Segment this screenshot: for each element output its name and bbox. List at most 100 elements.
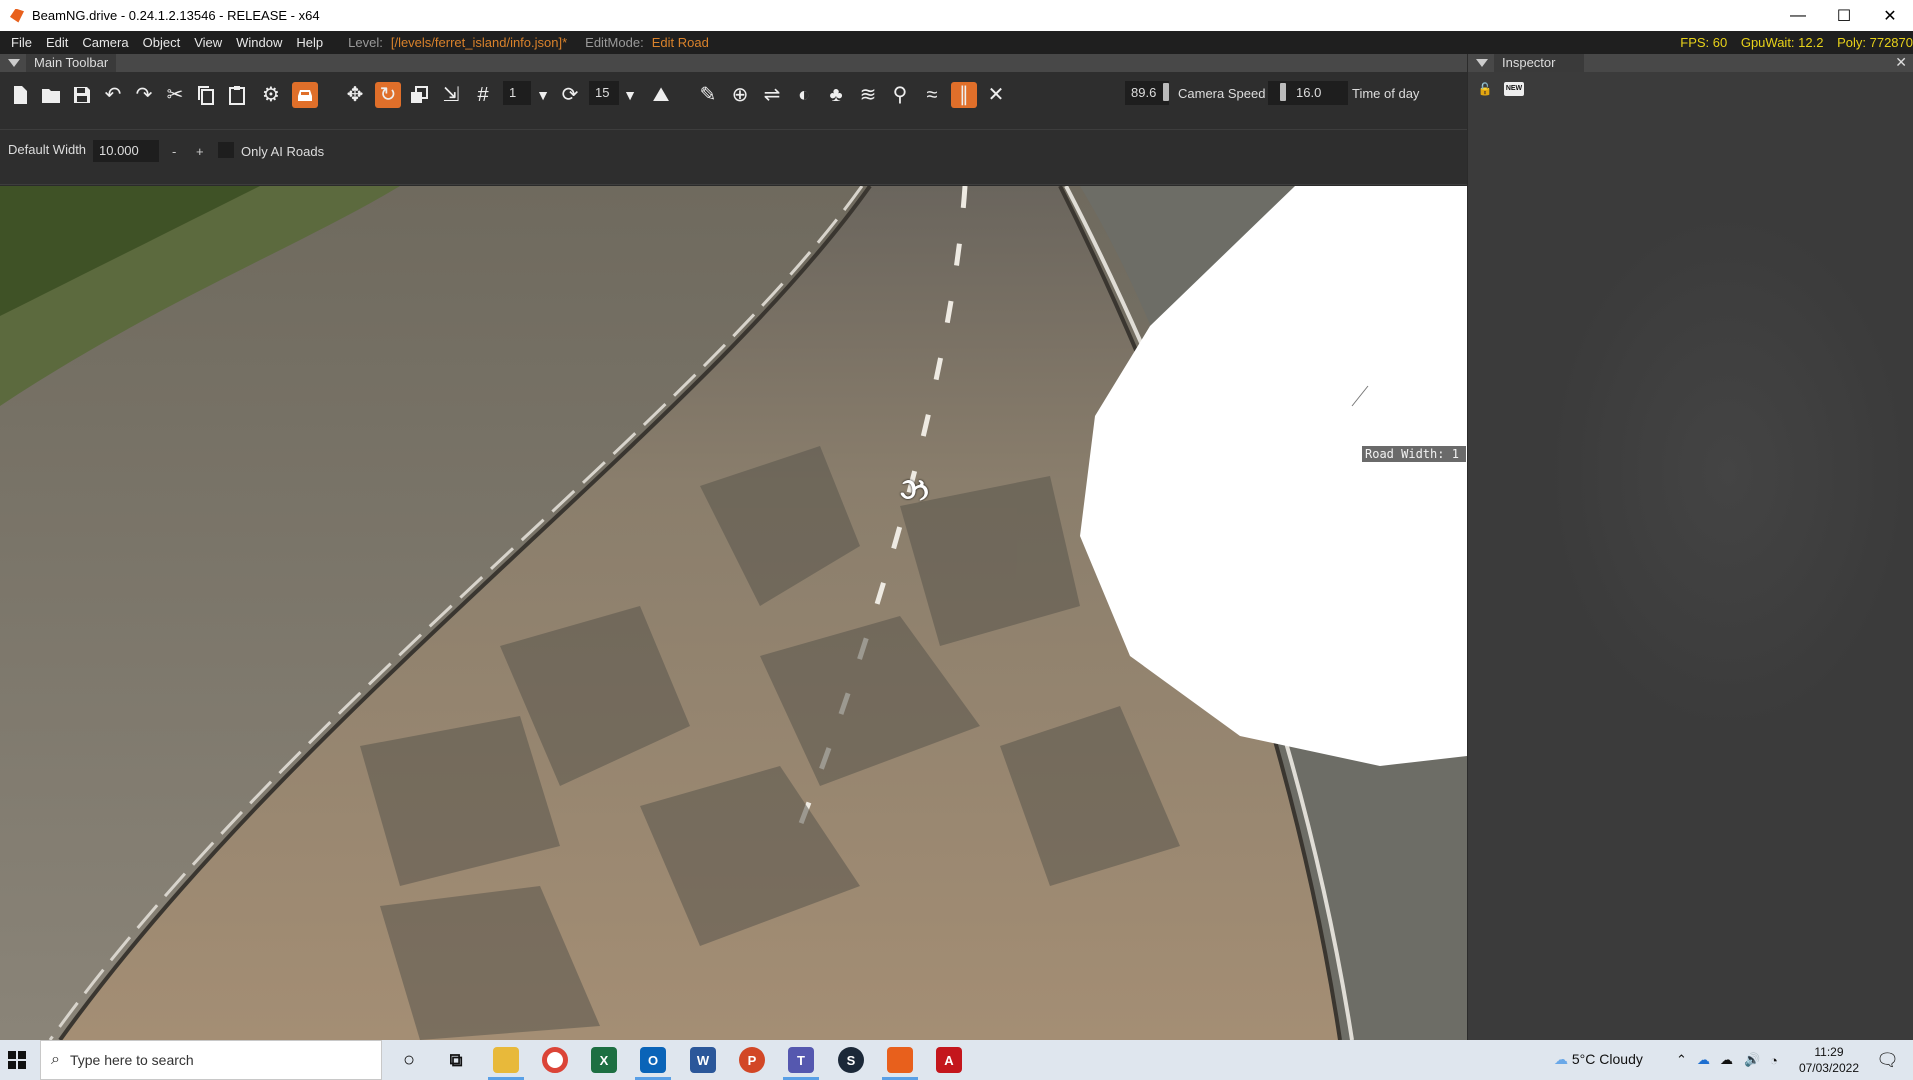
snap-dropdown-icon[interactable]: ▼ <box>617 82 643 108</box>
system-clock[interactable]: 11:29 07/03/2022 <box>1799 1044 1859 1076</box>
forest-icon[interactable]: ♣ <box>823 82 849 108</box>
menu-view[interactable]: View <box>187 35 229 50</box>
width-decrement-button[interactable]: - <box>172 144 176 159</box>
main-toolbar-tab[interactable]: Main Toolbar <box>26 54 117 72</box>
grid-size-value[interactable]: 1 <box>503 81 531 105</box>
time-of-day-slider[interactable] <box>1280 83 1286 101</box>
add-object-icon[interactable]: ⊕ <box>727 82 753 108</box>
cortana-icon[interactable]: ○ <box>396 1047 422 1073</box>
menu-edit[interactable]: Edit <box>39 35 75 50</box>
road-edit-icon[interactable]: ∥ <box>951 82 977 108</box>
terrain-paint-icon[interactable]: ◐ <box>791 82 817 108</box>
inspector-tab[interactable]: Inspector <box>1494 54 1584 72</box>
weather-widget[interactable]: ☁ 5°C Cloudy <box>1554 1051 1643 1068</box>
lock-icon[interactable]: 🔓 <box>1476 80 1494 98</box>
vehicle-icon[interactable] <box>292 82 318 108</box>
settings-gear-icon[interactable]: ⚙ <box>258 82 284 108</box>
inspector-panel: 🔓 NEW <box>1468 72 1913 1040</box>
rotation-snap-icon[interactable]: ⟳ <box>557 82 583 108</box>
paste-icon[interactable] <box>224 82 250 108</box>
level-path: [/levels/ferret_island/info.json]* <box>390 35 568 50</box>
default-width-input[interactable]: 10.000 <box>93 140 159 162</box>
beamng-logo-icon <box>10 8 24 23</box>
cut-icon[interactable]: ✂ <box>162 82 188 108</box>
cloud-icon: ☁ <box>1554 1051 1568 1067</box>
camera-speed-slider[interactable] <box>1163 83 1169 101</box>
weather-text: 5°C Cloudy <box>1571 1051 1643 1067</box>
decal-road-icon[interactable]: ⇌ <box>759 82 785 108</box>
camera-speed-label: Camera Speed <box>1178 86 1266 101</box>
window-titlebar: BeamNG.drive - 0.24.1.2.13546 - RELEASE … <box>0 0 1913 31</box>
menu-help[interactable]: Help <box>289 35 330 50</box>
outlook-icon[interactable]: O <box>640 1047 666 1073</box>
layers-icon[interactable]: ≋ <box>855 82 881 108</box>
mesh-road-icon[interactable]: ✕ <box>983 82 1009 108</box>
time-of-day-label: Time of day <box>1352 86 1420 101</box>
rotation-snap-value[interactable]: 15 <box>589 81 619 105</box>
only-ai-roads-label: Only AI Roads <box>241 144 325 159</box>
windows-taskbar: ⌕ Type here to search ○ ⧉ X O W P T S A … <box>0 1040 1913 1080</box>
open-folder-icon[interactable] <box>38 82 64 108</box>
menu-window[interactable]: Window <box>229 35 289 50</box>
undo-icon[interactable]: ↶ <box>100 82 126 108</box>
scale-gizmo-icon[interactable] <box>406 82 432 108</box>
teams-icon[interactable]: T <box>788 1047 814 1073</box>
only-ai-roads-checkbox[interactable] <box>218 142 234 158</box>
cloud-sync-icon[interactable]: ☁ <box>1720 1040 1733 1080</box>
spawn-icon[interactable]: ⚲ <box>887 82 913 108</box>
grid-snap-icon[interactable]: # <box>470 82 496 108</box>
width-increment-button[interactable]: + <box>196 144 204 159</box>
excel-icon[interactable]: X <box>591 1047 617 1073</box>
powerpoint-icon[interactable]: P <box>739 1047 765 1073</box>
editmode-label: EditMode: <box>585 35 644 50</box>
collapse-triangle-icon[interactable] <box>8 59 20 67</box>
acrobat-icon[interactable]: A <box>936 1047 962 1073</box>
pencil-icon[interactable]: ✎ <box>695 82 721 108</box>
grid-dropdown-icon[interactable]: ▼ <box>530 82 556 108</box>
new-file-icon[interactable] <box>7 82 33 108</box>
save-icon[interactable] <box>69 82 95 108</box>
perf-stats: FPS: 60 GpuWait: 12.2 Poly: 772870 <box>1670 35 1913 50</box>
copy-icon[interactable] <box>193 82 219 108</box>
wifi-icon[interactable]: ◔ <box>1770 1040 1778 1080</box>
beamng-taskbar-icon[interactable] <box>887 1047 913 1073</box>
clock-date: 07/03/2022 <box>1798 1061 1859 1075</box>
terrain-snap-icon[interactable]: ⛰ <box>648 82 674 108</box>
world-local-toggle-icon[interactable]: ⇲ <box>438 82 464 108</box>
task-view-icon[interactable]: ⧉ <box>443 1047 469 1073</box>
volume-icon[interactable]: 🔊 <box>1744 1040 1760 1080</box>
menu-camera[interactable]: Camera <box>75 35 135 50</box>
steam-icon[interactable]: S <box>838 1047 864 1073</box>
poly-readout: Poly: 772870 <box>1837 35 1913 50</box>
word-icon[interactable]: W <box>690 1047 716 1073</box>
redo-icon[interactable]: ↷ <box>131 82 157 108</box>
menu-object[interactable]: Object <box>136 35 188 50</box>
road-options-bar: Default Width 10.000 - + Only AI Roads <box>0 130 1467 185</box>
main-toolbar: ↶ ↷ ✂ ⚙ ✥ ↻ ⇲ # 1 ▼ ⟳ 15 ▼ ⛰ ✎ ⊕ ⇌ ◐ ♣ ≋… <box>0 72 1467 130</box>
road-cursor-icon: ઝ <box>900 474 929 507</box>
collapse-triangle-icon[interactable] <box>1476 59 1488 67</box>
onedrive-icon[interactable]: ☁ <box>1697 1040 1710 1080</box>
notifications-icon[interactable]: 🗨 <box>1876 1040 1899 1080</box>
tray-overflow-icon[interactable]: ⌃ <box>1676 1040 1687 1080</box>
minimize-button[interactable]: — <box>1775 0 1821 31</box>
3d-viewport[interactable]: Road Width: 1 ઝ <box>0 186 1467 1040</box>
road-width-tooltip: Road Width: 1 <box>1362 446 1466 462</box>
chrome-icon[interactable] <box>542 1047 568 1073</box>
window-title: BeamNG.drive - 0.24.1.2.13546 - RELEASE … <box>32 8 320 23</box>
rotate-gizmo-icon[interactable]: ↻ <box>375 82 401 108</box>
inspector-close-icon[interactable]: ✕ <box>1895 54 1907 71</box>
file-explorer-icon[interactable] <box>493 1047 519 1073</box>
menu-file[interactable]: File <box>4 35 39 50</box>
river-icon[interactable]: ≈ <box>919 82 945 108</box>
move-gizmo-icon[interactable]: ✥ <box>342 82 368 108</box>
search-placeholder: Type here to search <box>69 1052 194 1068</box>
clock-time: 11:29 <box>1814 1045 1844 1059</box>
menu-bar: File Edit Camera Object View Window Help… <box>0 31 1913 54</box>
default-width-label: Default Width <box>8 142 87 157</box>
maximize-button[interactable]: ☐ <box>1821 0 1867 31</box>
new-object-button[interactable]: NEW <box>1504 82 1524 96</box>
taskbar-search[interactable]: ⌕ Type here to search <box>40 1040 382 1080</box>
windows-start-icon[interactable] <box>0 1040 34 1080</box>
close-button[interactable]: ✕ <box>1867 0 1913 31</box>
